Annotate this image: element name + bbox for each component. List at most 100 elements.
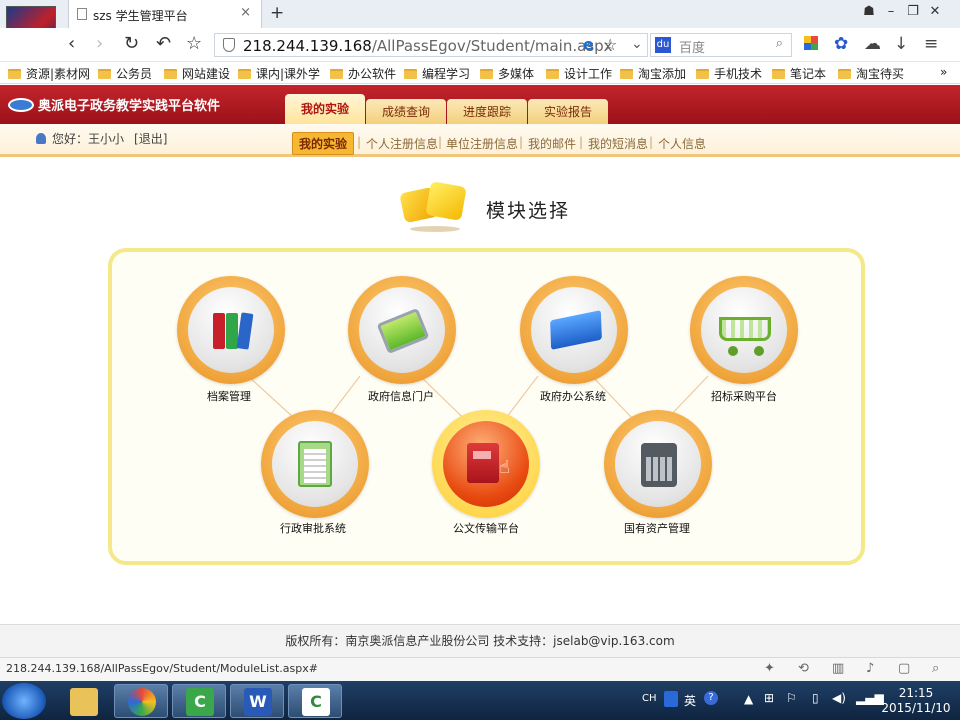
module-label[interactable]: 政府信息门户 (341, 388, 461, 404)
bookmark-more-button[interactable]: » (940, 65, 947, 79)
close-window-button[interactable]: ✕ (924, 4, 946, 19)
back-button[interactable]: ‹ (68, 33, 75, 54)
clock[interactable]: 21:15 2015/11/10 (876, 686, 956, 718)
tray-lang[interactable]: CH (642, 693, 657, 704)
window-icon[interactable]: ▢ (898, 661, 910, 676)
menu-icon[interactable]: ≡ (924, 34, 938, 54)
taskbar-app-colorful[interactable] (114, 684, 168, 718)
speaker-icon[interactable]: ♪ (866, 661, 874, 676)
bookmark-item[interactable]: 公务员 (98, 65, 152, 82)
help-icon[interactable]: ? (704, 691, 718, 705)
main-tab-grades[interactable]: 成绩查询 (366, 99, 446, 125)
logout-link[interactable]: [退出] (134, 132, 167, 146)
folder-icon (404, 69, 417, 79)
cloud-icon[interactable]: ☁ (864, 34, 881, 54)
taskbar-camtasia[interactable]: C (172, 684, 226, 718)
action-icon[interactable]: ⚐ (786, 691, 797, 705)
bookmark-item[interactable]: 编程学习 (404, 65, 470, 82)
bookmark-label: 笔记本 (790, 67, 827, 81)
module-icon-bg (531, 287, 617, 373)
reload-button[interactable]: ↻ (124, 33, 139, 54)
sub-separator: | (579, 135, 584, 149)
zoom-icon[interactable]: ⌕ (932, 661, 939, 676)
hand-cursor-icon: ☝ (499, 457, 510, 478)
bookmark-item[interactable]: 设计工作 (546, 65, 612, 82)
bookmark-label: 办公软件 (348, 67, 397, 81)
windows-flag-icon[interactable]: ⊞ (764, 691, 774, 705)
module-document-transfer[interactable]: ☝ (432, 410, 540, 518)
sub-tab-my-mail[interactable]: 我的邮件 (528, 135, 576, 152)
sub-tab-my-experiments[interactable]: 我的实验 (292, 132, 355, 155)
volume-icon[interactable]: ◀) (832, 691, 846, 705)
start-button[interactable] (2, 683, 46, 719)
maximize-button[interactable]: ❐ (902, 4, 924, 19)
new-tab-button[interactable]: + (270, 3, 284, 23)
main-tab-reports[interactable]: 实验报告 (528, 99, 608, 125)
skin-icon[interactable]: ☗ (858, 4, 880, 19)
calculator-icon (641, 443, 677, 487)
bookmark-item[interactable]: 淘宝添加 (620, 65, 686, 82)
apps-icon[interactable] (804, 36, 818, 50)
refresh-page-icon[interactable]: ⟲ (798, 661, 809, 676)
bookmark-item[interactable]: 办公软件 (330, 65, 396, 82)
module-label[interactable]: 档案管理 (169, 388, 289, 404)
folder-icon (70, 688, 98, 716)
show-hidden-icon[interactable]: ▲ (744, 692, 753, 706)
module-bidding-procurement[interactable] (690, 276, 798, 384)
bookmark-item[interactable]: 资源|素材网 (8, 65, 90, 82)
module-gov-info-portal[interactable] (348, 276, 456, 384)
minimize-button[interactable]: – (880, 4, 902, 19)
module-icon-bg (359, 287, 445, 373)
undo-close-button[interactable]: ↶ (156, 33, 171, 54)
favorite-star-icon[interactable]: ☆ (603, 35, 617, 54)
bookmark-label: 设计工作 (564, 67, 613, 81)
download-icon[interactable]: ↓ (894, 34, 908, 54)
bookmark-item[interactable]: 淘宝待买 (838, 65, 904, 82)
taskbar-word[interactable]: W (230, 684, 284, 718)
module-state-assets[interactable] (604, 410, 712, 518)
module-label[interactable]: 公文传输平台 (426, 520, 546, 536)
module-label[interactable]: 国有资产管理 (597, 520, 717, 536)
address-bar[interactable]: 218.244.139.168/AllPassEgov/Student/main… (214, 33, 648, 57)
bookmark-item[interactable]: 课内|课外学 (238, 65, 320, 82)
folder-icon (620, 69, 633, 79)
module-label[interactable]: 招标采购平台 (684, 388, 804, 404)
tab-close-button[interactable]: × (240, 5, 251, 20)
sub-tab-personal-info[interactable]: 个人信息 (658, 135, 706, 152)
bookmark-star-button[interactable]: ☆ (186, 33, 202, 54)
sub-tab-my-messages[interactable]: 我的短消息 (588, 135, 648, 152)
pin-icon[interactable]: ✦ (764, 661, 775, 676)
sub-separator: | (357, 135, 362, 149)
bookmark-item[interactable]: 网站建设 (164, 65, 230, 82)
module-icon-bg (272, 421, 358, 507)
module-archive-management[interactable] (177, 276, 285, 384)
baidu-paw-icon[interactable]: ✿ (834, 34, 848, 54)
chevron-down-icon[interactable]: ⌄ (631, 36, 643, 52)
forward-button[interactable]: › (96, 33, 103, 54)
battery-icon[interactable]: ▯ (812, 691, 819, 705)
taskbar-explorer[interactable] (56, 684, 110, 718)
bookmark-label: 编程学习 (422, 67, 471, 81)
module-admin-approval[interactable] (261, 410, 369, 518)
sub-tab-personal-registration[interactable]: 个人注册信息 (366, 135, 438, 152)
browser-tab[interactable]: szs 学生管理平台 × (68, 0, 262, 28)
bookmark-item[interactable]: 手机技术 (696, 65, 762, 82)
module-label[interactable]: 政府办公系统 (513, 388, 633, 404)
folder-icon (546, 69, 559, 79)
search-input[interactable]: 百度 (679, 37, 705, 56)
search-box[interactable]: du 百度 ⌕ (650, 33, 792, 57)
tray-ime-mode[interactable]: 英 (684, 692, 696, 709)
bookmark-item[interactable]: 多媒体 (480, 65, 534, 82)
taskbar-camtasia-2[interactable]: C (288, 684, 342, 718)
module-icon-bg (701, 287, 787, 373)
main-tab-my-experiments[interactable]: 我的实验 (285, 94, 365, 125)
sub-tab-unit-registration[interactable]: 单位注册信息 (446, 135, 518, 152)
ime-icon[interactable] (664, 691, 678, 707)
search-icon[interactable]: ⌕ (776, 36, 783, 51)
module-label[interactable]: 行政审批系统 (253, 520, 373, 536)
bookmark-item[interactable]: 笔记本 (772, 65, 826, 82)
module-gov-office-system[interactable] (520, 276, 628, 384)
main-tab-progress[interactable]: 进度跟踪 (447, 99, 527, 125)
ie-mode-icon[interactable]: e (583, 35, 594, 54)
trash-icon[interactable]: ▥ (832, 661, 844, 676)
